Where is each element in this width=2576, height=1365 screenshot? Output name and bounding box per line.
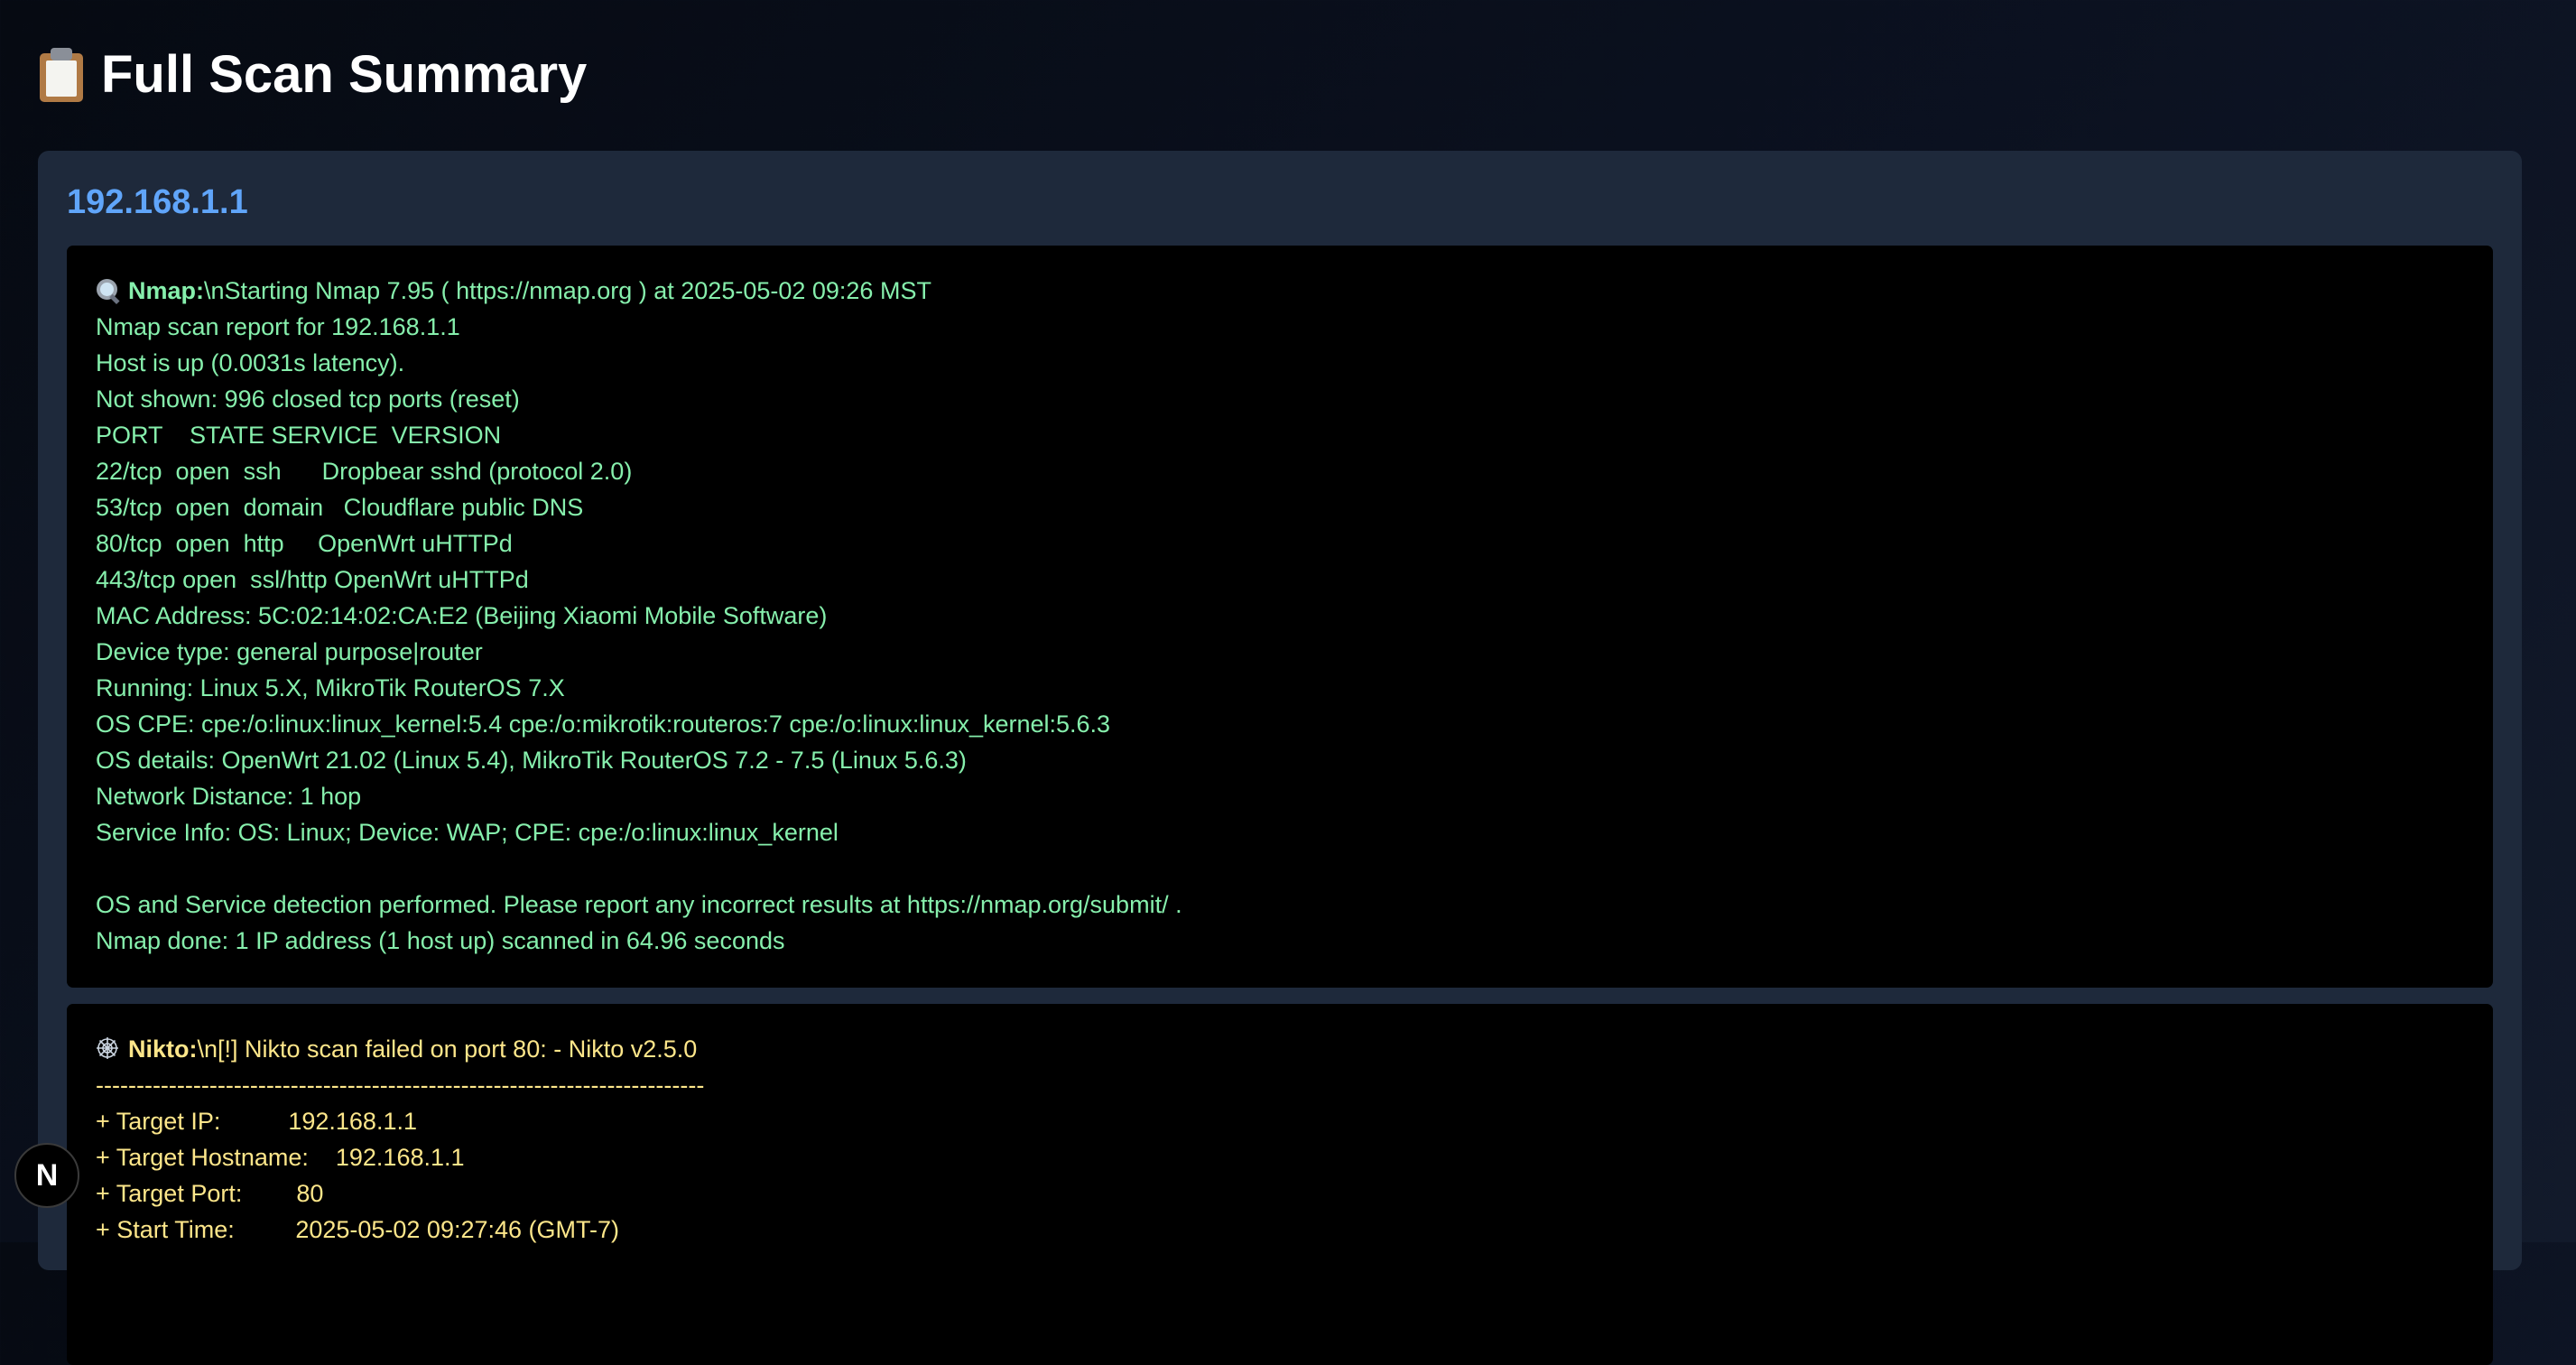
nmap-line: PORT STATE SERVICE VERSION (96, 422, 502, 449)
nmap-line: OS CPE: cpe:/o:linux:linux_kernel:5.4 cp… (96, 710, 1111, 738)
nikto-label: Nikto: (128, 1035, 198, 1063)
nikto-line: + Target Hostname: 192.168.1.1 (96, 1144, 465, 1171)
nmap-line: Service Info: OS: Linux; Device: WAP; CP… (96, 819, 839, 846)
nmap-output: Nmap:\nStarting Nmap 7.95 ( https://nmap… (67, 246, 2493, 988)
host-card: 192.168.1.1 Nmap:\nStarting Nmap 7.95 ( … (38, 151, 2522, 1365)
nmap-line: Host is up (0.0031s latency). (96, 349, 405, 376)
magnifier-icon (96, 278, 120, 305)
nmap-line: OS details: OpenWrt 21.02 (Linux 5.4), M… (96, 747, 967, 774)
nikto-output: Nikto:\n[!] Nikto scan failed on port 80… (67, 1004, 2493, 1365)
nmap-line: 22/tcp open ssh Dropbear sshd (protocol … (96, 458, 633, 485)
nmap-line: Nmap scan report for 192.168.1.1 (96, 313, 460, 340)
nextjs-dev-badge[interactable]: N (14, 1143, 79, 1208)
nmap-label: Nmap: (128, 277, 205, 304)
nmap-line: Device type: general purpose|router (96, 638, 483, 665)
nmap-line: Nmap done: 1 IP address (1 host up) scan… (96, 927, 785, 954)
nmap-line: MAC Address: 5C:02:14:02:CA:E2 (Beijing … (96, 602, 828, 629)
nmap-line: 80/tcp open http OpenWrt uHTTPd (96, 530, 513, 557)
nmap-line: 443/tcp open ssl/http OpenWrt uHTTPd (96, 566, 529, 593)
page-header: Full Scan Summary (38, 43, 587, 107)
clipboard-icon (38, 48, 85, 102)
nextjs-logo-icon: N (35, 1157, 59, 1193)
nikto-line: + Target Port: 80 (96, 1180, 324, 1207)
page-title: Full Scan Summary (101, 45, 588, 104)
nmap-line: Not shown: 996 closed tcp ports (reset) (96, 385, 520, 413)
host-ip: 192.168.1.1 (67, 183, 248, 221)
nmap-line: 53/tcp open domain Cloudflare public DNS (96, 494, 584, 521)
nmap-line: Network Distance: 1 hop (96, 783, 362, 810)
nmap-line: \nStarting Nmap 7.95 ( https://nmap.org … (204, 277, 931, 304)
spider-icon (97, 1037, 118, 1059)
nikto-line: ----------------------------------------… (96, 1072, 705, 1099)
nikto-line: \n[!] Nikto scan failed on port 80: - Ni… (197, 1035, 698, 1063)
nmap-line: OS and Service detection performed. Plea… (96, 891, 1182, 918)
nmap-line: Running: Linux 5.X, MikroTik RouterOS 7.… (96, 674, 565, 701)
nikto-line: + Target IP: 192.168.1.1 (96, 1108, 417, 1135)
nikto-line: + Start Time: 2025-05-02 09:27:46 (GMT-7… (96, 1216, 620, 1243)
